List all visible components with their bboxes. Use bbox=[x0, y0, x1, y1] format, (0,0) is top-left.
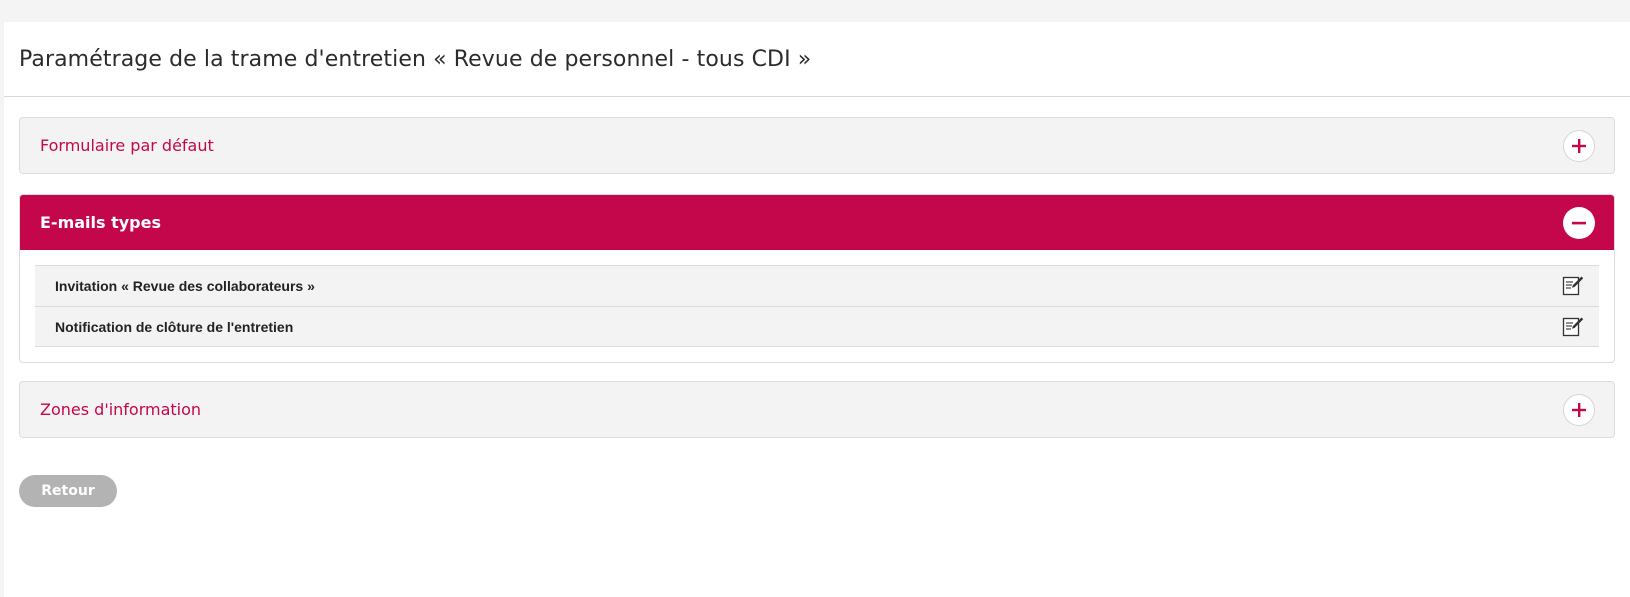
expand-info-zones-button[interactable] bbox=[1563, 393, 1595, 426]
email-templates-list: Invitation « Revue des collaborateurs » … bbox=[20, 250, 1614, 362]
panel-email-templates-title: E-mails types bbox=[40, 213, 162, 232]
email-template-label: Invitation « Revue des collaborateurs » bbox=[55, 278, 315, 294]
panel-info-zones: Zones d'information bbox=[19, 381, 1615, 438]
plus-icon bbox=[1572, 402, 1586, 417]
edit-icon[interactable] bbox=[1561, 274, 1585, 298]
email-template-label: Notification de clôture de l'entretien bbox=[55, 318, 294, 335]
panel-info-zones-title: Zones d'information bbox=[40, 400, 202, 419]
panel-email-templates: E-mails types Invitation « Revue des col… bbox=[19, 194, 1615, 363]
panel-email-templates-header[interactable]: E-mails types bbox=[20, 195, 1614, 250]
panel-info-zones-header[interactable]: Zones d'information bbox=[20, 382, 1614, 437]
page-container: Paramétrage de la trame d'entretien « Re… bbox=[4, 22, 1630, 597]
page-title: Paramétrage de la trame d'entretien « Re… bbox=[19, 46, 812, 72]
plus-icon bbox=[1572, 138, 1586, 153]
expand-default-form-button[interactable] bbox=[1563, 129, 1595, 162]
list-item: Notification de clôture de l'entretien bbox=[35, 306, 1599, 347]
panel-default-form: Formulaire par défaut bbox=[19, 117, 1615, 174]
page-header: Paramétrage de la trame d'entretien « Re… bbox=[4, 22, 1630, 97]
panel-default-form-header[interactable]: Formulaire par défaut bbox=[20, 118, 1614, 173]
back-button[interactable]: Retour bbox=[19, 475, 117, 507]
edit-icon[interactable] bbox=[1561, 315, 1585, 339]
minus-icon bbox=[1572, 221, 1586, 224]
list-item: Invitation « Revue des collaborateurs » bbox=[35, 265, 1599, 306]
collapse-email-templates-button[interactable] bbox=[1563, 206, 1595, 239]
panel-default-form-title: Formulaire par défaut bbox=[40, 136, 214, 155]
